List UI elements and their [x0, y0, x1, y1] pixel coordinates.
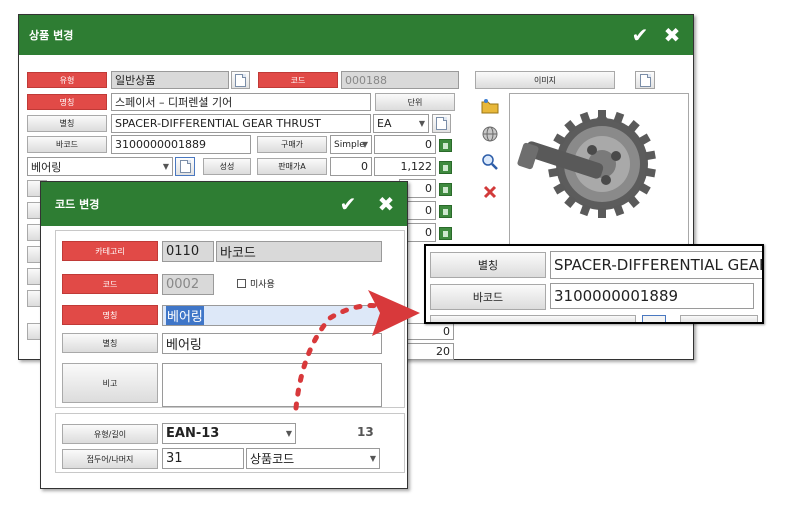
annotation-arrow: [293, 290, 420, 411]
